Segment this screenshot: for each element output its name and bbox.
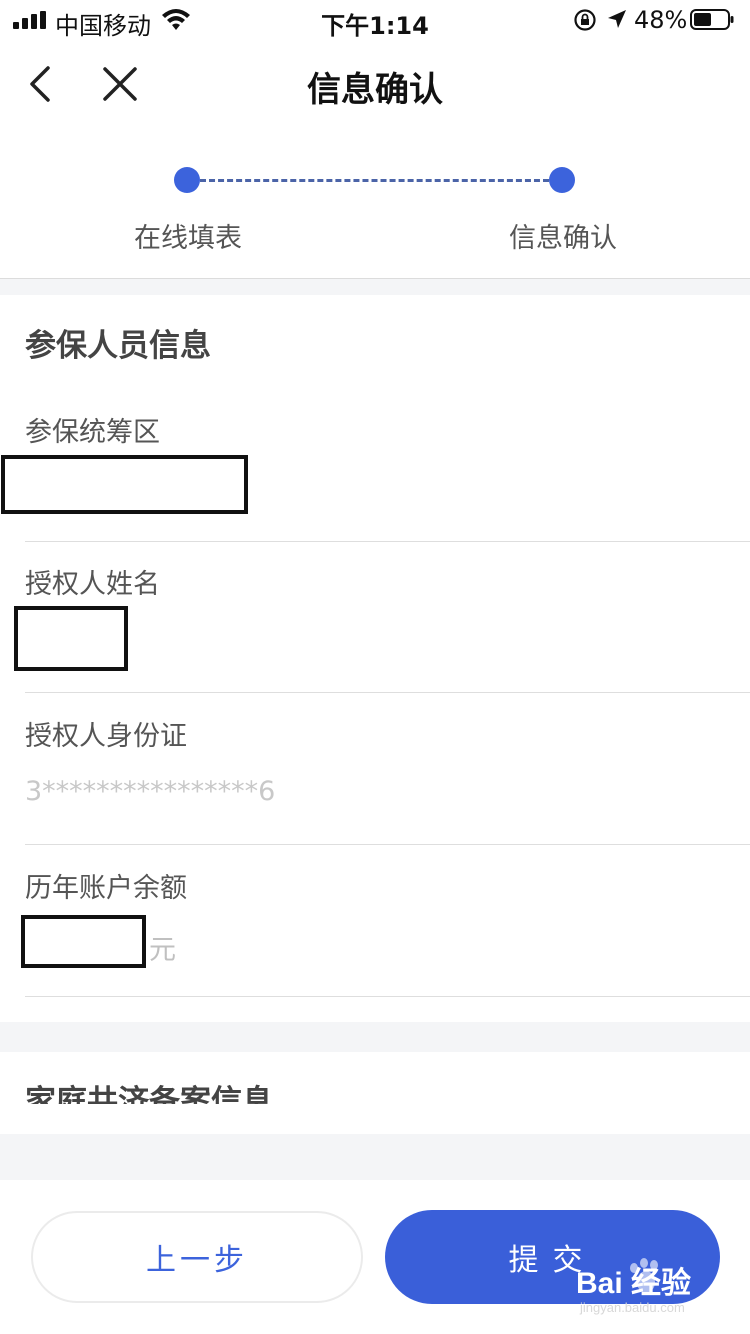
watermark-url: jingyan.baidu.com <box>580 1300 685 1315</box>
progress-stepper: 在线填表 信息确认 <box>0 150 750 279</box>
id-number-value: 3****************6 <box>25 776 276 807</box>
location-icon <box>608 10 626 28</box>
field-label-id: 授权人身份证 <box>25 721 187 752</box>
step-label-2: 信息确认 <box>509 223 617 254</box>
divider <box>25 996 750 997</box>
section-gap <box>0 279 750 295</box>
redacted-balance-value <box>21 915 146 968</box>
redacted-name-value <box>14 606 128 671</box>
divider <box>25 692 750 693</box>
redacted-region-value <box>1 455 248 514</box>
previous-step-button[interactable]: 上一步 <box>31 1211 363 1303</box>
divider <box>25 541 750 542</box>
field-label-name: 授权人姓名 <box>25 569 160 600</box>
page-title: 信息确认 <box>307 70 443 110</box>
section-gap <box>0 1022 750 1052</box>
section-title-insured: 参保人员信息 <box>25 328 211 364</box>
step-dot-1 <box>174 167 200 193</box>
field-label-balance: 历年账户余额 <box>25 873 187 904</box>
status-bar: 中国移动 下午1:14 48% <box>0 0 750 40</box>
section-title-family: 家庭共济备案信息 <box>25 1084 273 1104</box>
step-label-1: 在线填表 <box>134 223 242 254</box>
step-dot-2 <box>549 167 575 193</box>
balance-unit: 元 <box>149 935 176 966</box>
rotation-lock-icon <box>574 9 596 31</box>
section-gap <box>0 1134 750 1180</box>
divider <box>25 844 750 845</box>
field-label-region: 参保统筹区 <box>25 417 160 448</box>
nav-bar: 信息确认 <box>0 48 750 120</box>
watermark-text: Bai 经验 <box>576 1267 692 1300</box>
battery-icon <box>690 9 734 30</box>
battery-percent: 48% <box>634 6 688 34</box>
step-connector <box>200 179 549 182</box>
